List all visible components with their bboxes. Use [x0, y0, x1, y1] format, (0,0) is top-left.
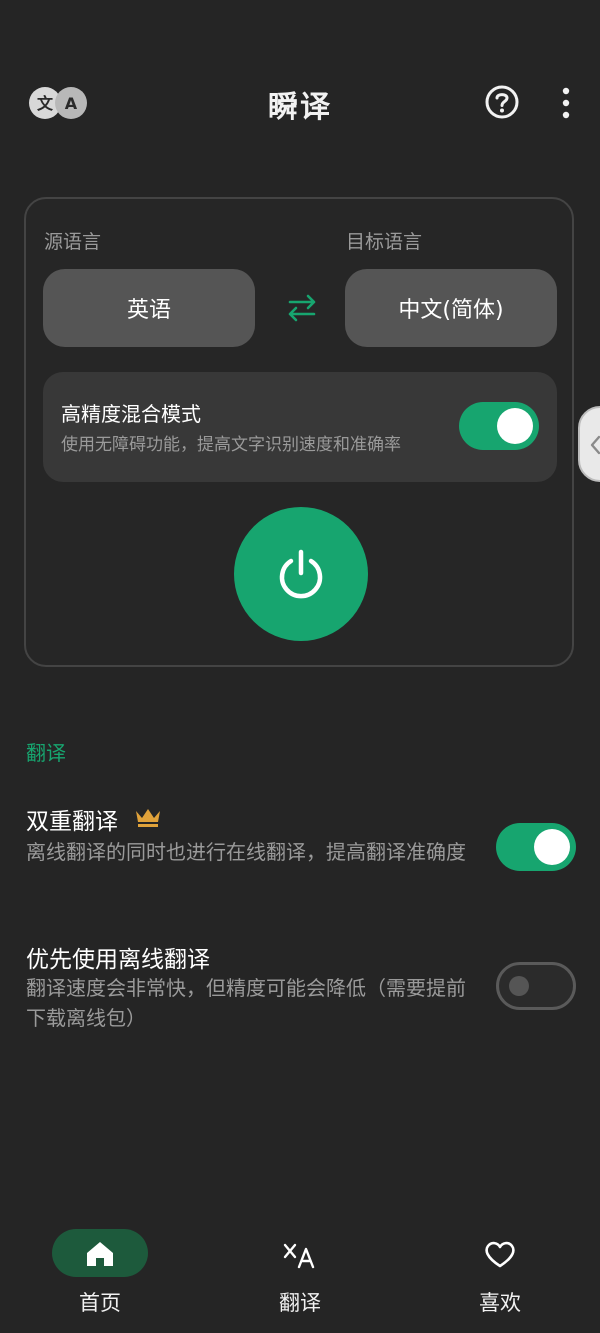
language-card: 源语言 目标语言 英语 中文(简体) 高精度混合模式 使用无障碍功能，提高文字识… [24, 197, 574, 667]
high-precision-toggle[interactable] [459, 402, 539, 450]
high-precision-mode-row: 高精度混合模式 使用无障碍功能，提高文字识别速度和准确率 [43, 372, 557, 482]
swap-arrows-icon[interactable] [282, 291, 322, 325]
target-language-label: 目标语言 [346, 231, 423, 253]
heart-icon [482, 1237, 518, 1271]
home-icon [82, 1237, 118, 1271]
source-language-label: 源语言 [44, 231, 102, 253]
translate-icon [282, 1237, 318, 1271]
target-language-value: 中文(简体) [398, 298, 504, 323]
power-button[interactable] [234, 507, 368, 641]
offline-priority-toggle[interactable] [496, 962, 576, 1010]
dual-translate-title: 双重翻译 [26, 809, 118, 835]
source-language-value: 英语 [126, 298, 171, 323]
toggle-knob [497, 408, 533, 444]
power-icon [279, 549, 323, 599]
bottom-navigation: 首页 翻译 喜欢 [0, 1215, 600, 1333]
nav-item-favorites[interactable]: 喜欢 [400, 1215, 600, 1333]
source-language-button[interactable]: 英语 [43, 269, 255, 347]
dual-translate-toggle[interactable] [496, 823, 576, 871]
home-screen: 文 A 瞬译 源语言 目标语言 英语 中文(简体) 高精度混合模式 使用无障碍功… [0, 0, 600, 1333]
offline-priority-title: 优先使用离线翻译 [26, 947, 210, 973]
offline-priority-description: 翻译速度会非常快，但精度可能会降低（需要提前下载离线包） [26, 976, 466, 1030]
toggle-knob [509, 976, 529, 996]
nav-label-translate: 翻译 [279, 1291, 321, 1315]
nav-label-home: 首页 [79, 1291, 121, 1315]
crown-icon [134, 806, 162, 828]
floating-edge-handle[interactable] [578, 406, 600, 482]
high-precision-description: 使用无障碍功能，提高文字识别速度和准确率 [61, 435, 401, 455]
dual-translate-description: 离线翻译的同时也进行在线翻译，提高翻译准确度 [26, 840, 466, 864]
section-title-translate: 翻译 [26, 741, 66, 765]
more-vert-icon[interactable] [552, 84, 580, 122]
target-language-button[interactable]: 中文(简体) [345, 269, 557, 347]
nav-item-home[interactable]: 首页 [0, 1215, 200, 1333]
help-circle-icon[interactable] [484, 84, 520, 120]
app-header: 文 A 瞬译 [0, 60, 600, 144]
chevron-left-icon [590, 435, 600, 455]
toggle-knob [534, 829, 570, 865]
nav-item-translate[interactable]: 翻译 [200, 1215, 400, 1333]
high-precision-title: 高精度混合模式 [61, 402, 201, 426]
nav-label-favorites: 喜欢 [479, 1291, 521, 1315]
